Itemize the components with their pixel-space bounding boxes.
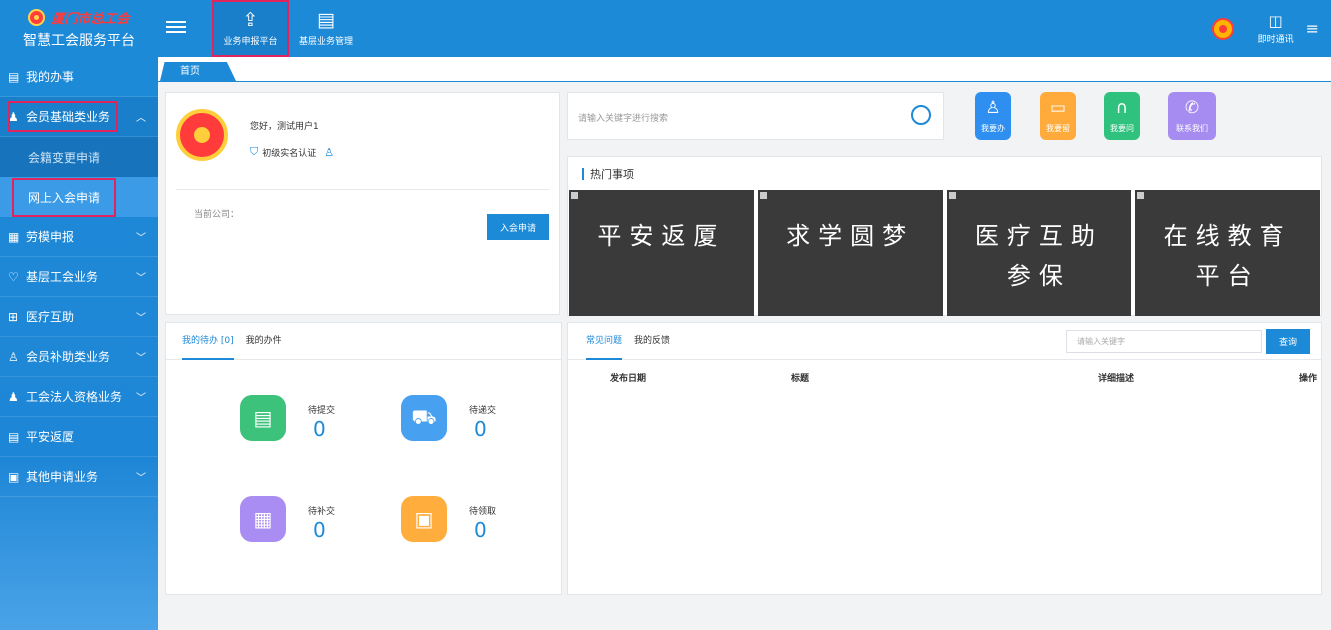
car-icon: ⛟: [401, 395, 447, 441]
tile-pending-supplement[interactable]: ▦ 待补交 0: [240, 496, 400, 556]
sidebar-item-safe-return[interactable]: ▤ 平安返厦: [0, 417, 158, 457]
chevron-down-icon: ﹀: [136, 313, 146, 324]
quick-action-handle[interactable]: ♙ 我要办: [975, 92, 1011, 140]
tile-pending-deliver[interactable]: ⛟ 待递交 0: [401, 395, 561, 455]
sidebar-subitem-online-join[interactable]: 网上入会申请: [0, 177, 158, 217]
person-badge-icon: ♟: [8, 389, 19, 404]
col-actions: 操作: [1298, 374, 1317, 384]
certification-status: ⛉ 初级实名认证 ♙: [250, 145, 335, 159]
calendar-edit-icon: ▦: [240, 496, 286, 542]
menu-toggle-icon[interactable]: [166, 18, 186, 38]
person-icon: ♙: [8, 349, 19, 364]
document-icon: ▤: [8, 429, 20, 444]
quick-action-ask[interactable]: ∩ 我要问: [1104, 92, 1140, 140]
user-avatar[interactable]: [1211, 17, 1234, 40]
chevron-up-icon: ︿: [136, 113, 146, 124]
user-card: 您好，测试用户1 ⛉ 初级实名认证 ♙ 当前公司： 入会申请: [165, 92, 560, 315]
top-bar: 厦门市总工会 智慧工会服务平台 ⇪ 业务申报平台 ▤ 基层业务管理 ◫ 即时通讯…: [0, 0, 1331, 57]
brand: 厦门市总工会 智慧工会服务平台: [0, 0, 158, 57]
tab-bar: 首页: [158, 57, 1331, 82]
app-root: 厦门市总工会 智慧工会服务平台 ⇪ 业务申报平台 ▤ 基层业务管理 ◫ 即时通讯…: [0, 0, 1331, 630]
brand-org: 厦门市总工会: [51, 12, 130, 27]
search-input[interactable]: 请输入关键字进行搜索: [578, 111, 668, 124]
tab-my-feedback[interactable]: 我的反馈: [634, 323, 670, 360]
join-application-button[interactable]: 入会申请: [487, 214, 549, 240]
topnav-grassroots-management[interactable]: ▤ 基层业务管理: [290, 0, 362, 57]
id-card-icon: ▣: [401, 496, 447, 542]
user-greeting: 您好，测试用户1: [250, 122, 319, 132]
heart-icon: ♡: [8, 269, 19, 284]
chevron-down-icon: ﹀: [136, 273, 146, 284]
message-icon: ▭: [1049, 97, 1067, 118]
form-icon: ▣: [8, 469, 20, 484]
sidebar-item-medical-mutual[interactable]: ⊞ 医疗互助 ﹀: [0, 297, 158, 337]
tab-my-todo[interactable]: 我的待办 [0]: [182, 323, 234, 360]
instant-messaging-button[interactable]: ◫ 即时通讯: [1258, 12, 1294, 45]
todo-panel: 我的待办 [0] 我的办件 ▤ 待提交 0 ⛟ 待递交 0 ▦ 待补交 0 ▣ …: [165, 322, 562, 595]
chat-icon: ◫: [1268, 12, 1283, 30]
sidebar-item-member-subsidy[interactable]: ♙ 会员补助类业务 ﹀: [0, 337, 158, 377]
topnav-label: 基层业务管理: [298, 37, 353, 47]
tab-faq[interactable]: 常见问题: [586, 323, 623, 360]
col-description: 详细描述: [1098, 374, 1135, 384]
chevron-down-icon: ﹀: [136, 393, 146, 404]
hot-item-education-dream[interactable]: 求学圆梦: [757, 190, 943, 316]
clipboard-icon: ▤: [317, 9, 335, 31]
shield-check-icon: ⛉: [250, 145, 259, 158]
hot-item-online-education[interactable]: 在线教育 平台: [1135, 190, 1320, 316]
medical-icon: ⊞: [8, 309, 19, 324]
sidebar-item-other-applications[interactable]: ▣ 其他申请业务 ﹀: [0, 457, 158, 497]
chevron-down-icon: ﹀: [136, 473, 146, 484]
faq-search-button[interactable]: 查询: [1266, 329, 1310, 354]
hot-item-safe-return[interactable]: 平安返厦: [569, 190, 754, 316]
sidebar-item-legal-person[interactable]: ♟ 工会法人资格业务 ﹀: [0, 377, 158, 417]
tile-pending-collect[interactable]: ▣ 待领取 0: [401, 496, 561, 556]
sidebar: ▤ 我的办事 ♟ 会员基础类业务 ︿ 会籍变更申请 网上入会申请 ▦ 劳模申报 …: [0, 57, 158, 630]
union-logo-icon: [28, 9, 46, 26]
col-title: 标题: [791, 374, 810, 384]
tab-my-cases[interactable]: 我的办件: [246, 323, 282, 360]
quick-action-contact[interactable]: ✆ 联系我们: [1168, 92, 1216, 140]
sidebar-subitem-membership-change[interactable]: 会籍变更申请: [0, 137, 158, 177]
headset-icon: ∩: [1115, 97, 1129, 118]
hot-item-medical-insurance[interactable]: 医疗互助 参保: [946, 190, 1132, 316]
calendar-doc-icon: ▤: [240, 395, 286, 441]
sidebar-item-member-basic[interactable]: ♟ 会员基础类业务 ︿: [0, 97, 158, 137]
topnav-business-platform[interactable]: ⇪ 业务申报平台: [212, 0, 289, 57]
tile-pending-submit[interactable]: ▤ 待提交 0: [240, 395, 400, 455]
stamp-icon: ♙: [985, 97, 1001, 118]
union-logo-icon: [176, 109, 228, 161]
phone-icon: ✆: [1184, 97, 1200, 118]
quick-action-message[interactable]: ▭ 我要留: [1040, 92, 1076, 140]
more-menu-icon[interactable]: ≡: [1306, 19, 1319, 38]
faq-panel: 常见问题 我的反馈 请输入关键字 查询 发布日期 标题 详细描述 操作: [567, 322, 1322, 595]
member-icon: ♟: [8, 109, 19, 124]
divider: [176, 189, 549, 190]
hot-items-panel: 热门事项 平安返厦 求学圆梦 医疗互助 参保 在线教育 平台: [567, 156, 1322, 316]
hot-items-title: 热门事项: [568, 157, 1321, 190]
brand-platform: 智慧工会服务平台: [23, 33, 135, 49]
current-company-label: 当前公司：: [194, 210, 240, 220]
grid-icon: ▦: [8, 229, 20, 244]
person-icon[interactable]: ♙: [324, 146, 334, 159]
topnav-label: 业务申报平台: [223, 37, 278, 47]
sidebar-item-my-affairs[interactable]: ▤ 我的办事: [0, 57, 158, 97]
file-upload-icon: ⇪: [242, 9, 259, 31]
search-icon[interactable]: [911, 105, 931, 125]
col-publish-date: 发布日期: [610, 374, 647, 384]
tab-home[interactable]: 首页: [160, 62, 236, 81]
sidebar-item-grassroots-union[interactable]: ♡ 基层工会业务 ﹀: [0, 257, 158, 297]
search-box[interactable]: 请输入关键字进行搜索: [567, 92, 944, 140]
sidebar-item-model-worker[interactable]: ▦ 劳模申报 ﹀: [0, 217, 158, 257]
document-icon: ▤: [8, 69, 20, 84]
faq-table-header: 发布日期 标题 详细描述 操作: [568, 371, 1321, 391]
chevron-down-icon: ﹀: [136, 353, 146, 364]
chevron-down-icon: ﹀: [136, 233, 146, 244]
faq-search-input[interactable]: 请输入关键字: [1066, 330, 1262, 353]
